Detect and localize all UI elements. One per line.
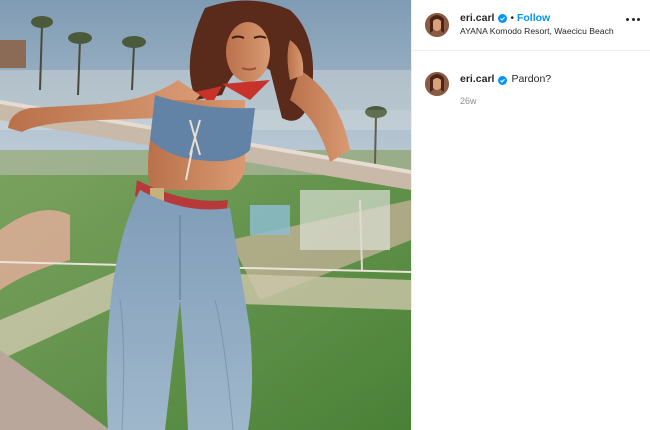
- caption-text: Pardon?: [511, 73, 552, 85]
- photo-illustration: [0, 0, 411, 430]
- author-info: eri.carl • Follow AYANA Komodo Resort, W…: [460, 12, 614, 38]
- caption-timestamp[interactable]: 26w: [460, 94, 551, 108]
- avatar[interactable]: [425, 13, 449, 37]
- caption-verified-badge-icon: [498, 75, 508, 85]
- caption-username[interactable]: eri.carl: [460, 72, 494, 86]
- caption-avatar-image: [425, 72, 449, 96]
- avatar-image: [425, 13, 449, 37]
- follow-button[interactable]: Follow: [517, 12, 550, 25]
- author-username[interactable]: eri.carl: [460, 12, 494, 25]
- post-photo[interactable]: [0, 0, 411, 430]
- caption-avatar[interactable]: [425, 72, 449, 96]
- caption-line: eri.carl Pardon?: [460, 72, 551, 86]
- caption-comment: eri.carl Pardon? 26w: [412, 51, 650, 108]
- caption-body: eri.carl Pardon? 26w: [460, 72, 551, 108]
- verified-badge-icon: [498, 14, 508, 23]
- follow-separator: •: [510, 13, 514, 24]
- post-sidebar: eri.carl • Follow AYANA Komodo Resort, W…: [411, 0, 650, 430]
- more-options-icon[interactable]: [626, 18, 640, 22]
- post-location[interactable]: AYANA Komodo Resort, Waecicu Beach: [460, 25, 614, 38]
- post-header: eri.carl • Follow AYANA Komodo Resort, W…: [412, 0, 650, 51]
- author-name-row: eri.carl • Follow: [460, 12, 614, 25]
- instagram-post: eri.carl • Follow AYANA Komodo Resort, W…: [0, 0, 650, 430]
